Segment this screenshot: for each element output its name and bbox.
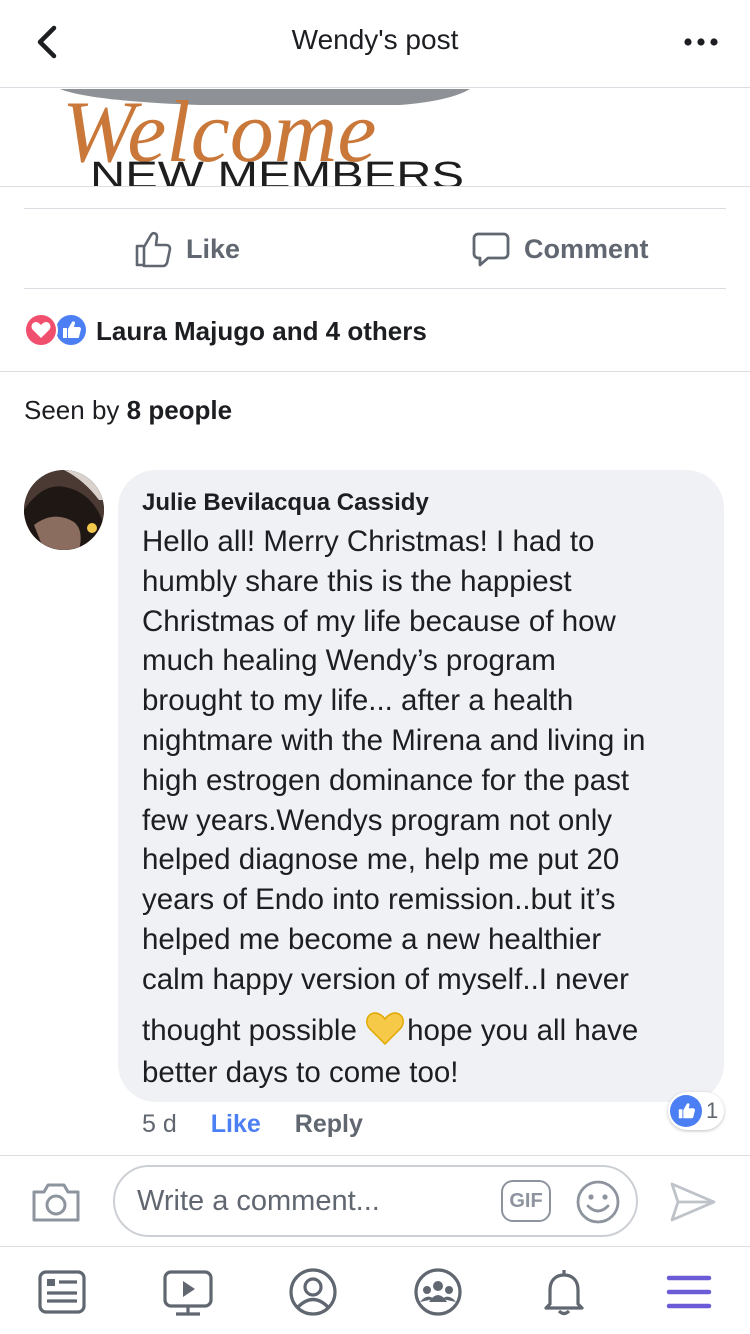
- comment-input[interactable]: Write a comment... GIF: [113, 1165, 638, 1237]
- like-reaction-icon: [670, 1095, 702, 1127]
- more-horizontal-icon: [684, 38, 718, 46]
- comment-line: nightmare with the Mirena and living in: [142, 723, 646, 757]
- reactors-text: Laura Majugo and 4 others: [96, 315, 427, 346]
- seen-by[interactable]: Seen by 8 people: [24, 395, 232, 426]
- reactions-summary[interactable]: Laura Majugo and 4 others: [24, 308, 427, 354]
- comment-like-button[interactable]: Like: [211, 1110, 261, 1139]
- page-title: Wendy's post: [291, 24, 459, 55]
- comment-line: Hello all! Merry Christmas! I had to: [142, 525, 595, 558]
- comment-like-count[interactable]: 1: [668, 1092, 725, 1130]
- seen-count: 8 people: [126, 395, 233, 425]
- comment-line: brought to my life... after a health: [142, 684, 574, 718]
- more-options-button[interactable]: [682, 22, 722, 62]
- nav-profile[interactable]: [287, 1266, 339, 1318]
- comment-line: helped me become a new healthier: [142, 922, 602, 956]
- nav-watch[interactable]: [162, 1266, 214, 1318]
- gif-button[interactable]: GIF: [501, 1180, 551, 1222]
- like-reaction-icon: [54, 313, 88, 347]
- comment-bubble[interactable]: Julie Bevilacqua Cassidy Hello all! Merr…: [118, 470, 724, 1102]
- profile-icon: [289, 1268, 337, 1316]
- camera-icon: [32, 1183, 80, 1222]
- comment-button[interactable]: Comment: [472, 209, 649, 289]
- divider: [0, 371, 750, 372]
- nav-menu[interactable]: [663, 1266, 715, 1318]
- comment-label: Comment: [524, 233, 649, 264]
- thumbs-up-icon: [135, 231, 172, 268]
- nav-groups[interactable]: [412, 1266, 464, 1318]
- comment-bubble-icon: [472, 232, 510, 267]
- like-label: Like: [186, 233, 241, 264]
- nav-notifications[interactable]: [538, 1266, 590, 1318]
- post-action-bar: Like Comment: [24, 208, 726, 289]
- reaction-icons: [24, 313, 90, 349]
- comment-line: high estrogen dominance for the past: [142, 763, 630, 797]
- bottom-navigation: [0, 1248, 750, 1334]
- comment-line-emoji: thought possible hope you all have: [142, 1010, 704, 1052]
- menu-icon: [666, 1275, 712, 1309]
- send-icon: [670, 1182, 716, 1222]
- comment-line: few years.Wendys program not only: [142, 803, 613, 837]
- comment-input-placeholder: Write a comment...: [137, 1185, 380, 1217]
- comment-line: years of Endo into remission..but it’s: [142, 883, 616, 917]
- news-feed-icon: [38, 1270, 86, 1314]
- comment-text: Hello all! Merry Christmas! I had to hum…: [142, 522, 704, 1000]
- avatar[interactable]: [24, 470, 104, 550]
- comment-line: calm happy version of myself..I never: [142, 962, 629, 996]
- post-image[interactable]: Welcome NEW MEMBERS: [0, 89, 750, 187]
- comment-line: much healing Wendy’s program: [142, 644, 556, 678]
- comment-line-start: thought possible: [142, 1013, 366, 1047]
- emoji-button[interactable]: [575, 1179, 621, 1225]
- smiley-icon: [576, 1180, 620, 1224]
- love-reaction-icon: [24, 313, 58, 347]
- groups-icon: [414, 1268, 462, 1316]
- seen-prefix: Seen by: [24, 395, 120, 425]
- comment-line: Christmas of my life because of how: [142, 604, 616, 638]
- comment-line-end: hope you all have: [407, 1013, 639, 1047]
- comment-composer: Write a comment... GIF: [0, 1155, 750, 1247]
- comment-line: humbly share this is the happiest: [142, 564, 572, 598]
- nav-news-feed[interactable]: [36, 1266, 88, 1318]
- comment-line: better days to come too!: [142, 1055, 459, 1089]
- new-members-text: NEW MEMBERS: [90, 155, 464, 187]
- comment-meta: 5 d Like Reply: [142, 1104, 363, 1144]
- watch-icon: [163, 1270, 213, 1316]
- comment-line: helped diagnose me, help me put 20: [142, 843, 620, 877]
- send-button[interactable]: [668, 1180, 718, 1224]
- top-header: Wendy's post: [0, 0, 750, 88]
- notifications-icon: [544, 1270, 584, 1316]
- like-count-value: 1: [706, 1098, 719, 1123]
- camera-button[interactable]: [30, 1180, 82, 1224]
- like-button[interactable]: Like: [134, 209, 240, 289]
- comment-time[interactable]: 5 d: [142, 1110, 177, 1139]
- yellow-heart-icon: [366, 1011, 404, 1045]
- comment-reply-button[interactable]: Reply: [295, 1110, 363, 1139]
- comment-author[interactable]: Julie Bevilacqua Cassidy: [142, 486, 704, 520]
